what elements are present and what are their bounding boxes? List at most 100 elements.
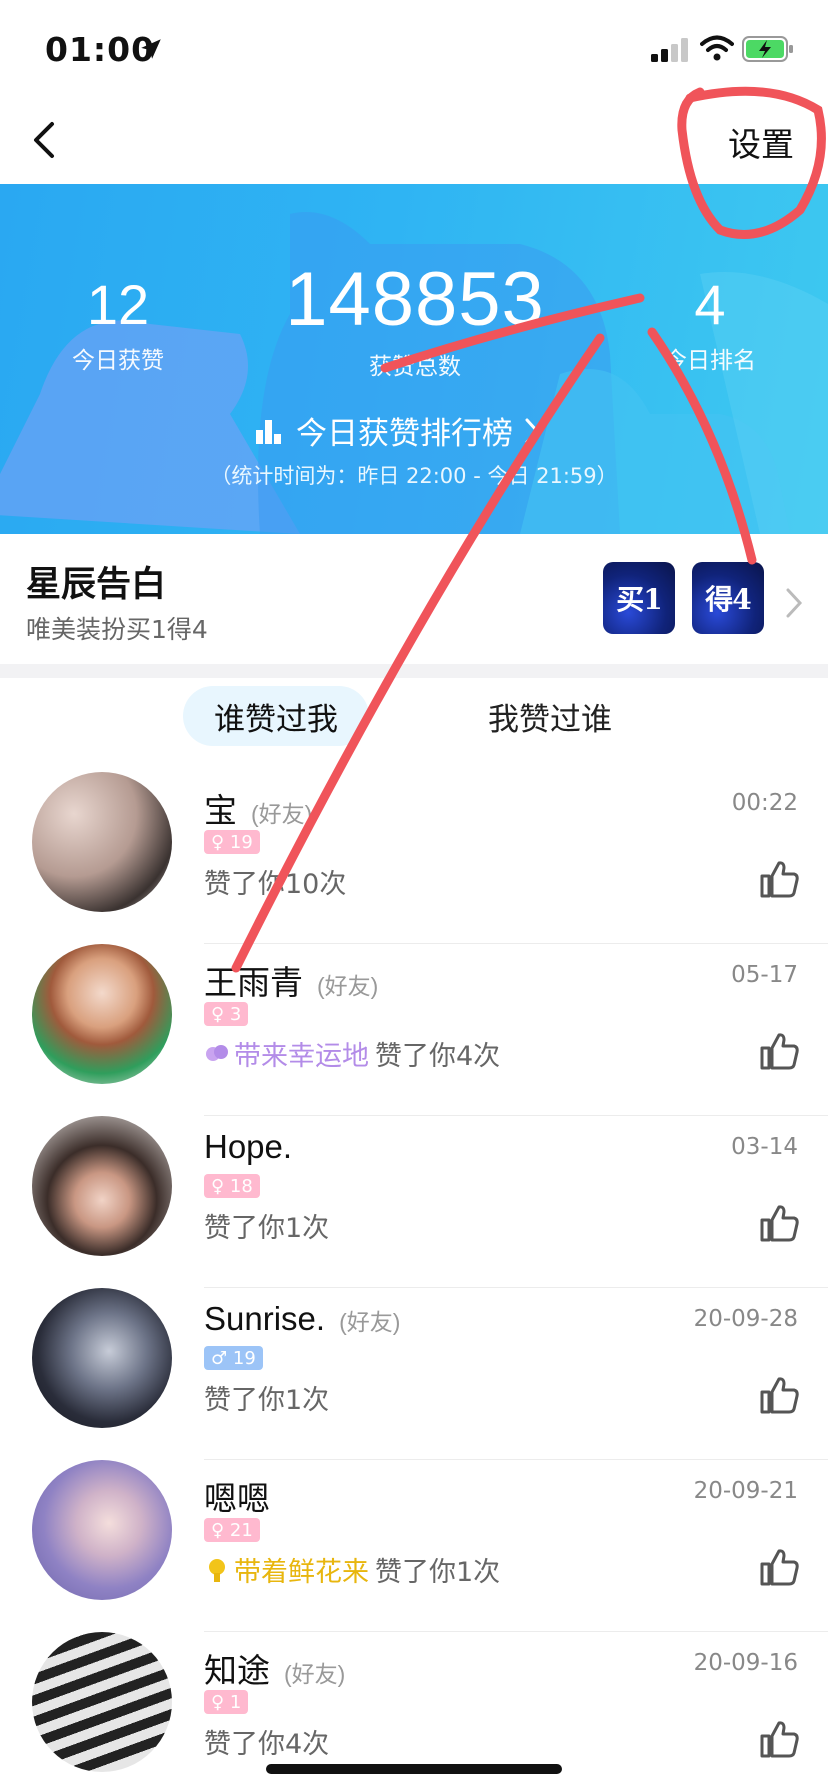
like-time: 03-14	[731, 1134, 798, 1160]
tab-who-liked-me[interactable]: 谁赞过我	[183, 686, 369, 746]
gender-age-badge: ♀ 3	[204, 1002, 249, 1026]
like-count-text: 赞了你4次	[204, 1729, 330, 1760]
promo-banner[interactable]: 星辰告白 唯美装扮买1得4 买1 得4	[0, 534, 828, 664]
section-separator	[0, 664, 828, 678]
like-time: 20-09-21	[693, 1478, 798, 1504]
user-name: Sunrise. (好友)	[204, 1300, 400, 1338]
like-desc: 赞了你10次	[204, 862, 346, 901]
avatar[interactable]	[32, 1460, 172, 1600]
gift-icon	[209, 1558, 225, 1582]
signal-icon	[651, 38, 688, 62]
like-time: 05-17	[731, 962, 798, 988]
friend-tag: (好友)	[251, 801, 313, 827]
friend-tag: (好友)	[339, 1309, 401, 1335]
list-item[interactable]: 嗯嗯 20-09-21 ♀ 21 带着鲜花来 赞了你1次	[0, 1460, 828, 1632]
user-name: 宝 (好友)	[204, 784, 312, 832]
gift-tag: 带来幸运地	[204, 1034, 369, 1073]
home-indicator	[266, 1764, 562, 1774]
like-time: 00:22	[731, 790, 798, 816]
avatar[interactable]	[32, 1116, 172, 1256]
like-count-text: 赞了你4次	[375, 1041, 501, 1072]
rank-list-label: 今日获赞排行榜	[296, 416, 513, 452]
status-bar: 01:00	[0, 0, 828, 96]
gender-age-badge: ♀ 21	[204, 1518, 260, 1542]
avatar[interactable]	[32, 1632, 172, 1772]
user-name-text: Hope.	[204, 1128, 293, 1165]
gender-age-badge: ♀ 18	[204, 1174, 260, 1198]
age: 21	[229, 1519, 253, 1541]
female-icon: ♀	[211, 1175, 225, 1197]
today-likes-label: 今日获赞	[72, 348, 164, 374]
like-desc: 带着鲜花来 赞了你1次	[204, 1550, 500, 1589]
promo-badge-buy: 买1	[603, 562, 675, 634]
user-name-text: 知途	[204, 1652, 270, 1689]
chevron-right-icon	[525, 418, 540, 443]
avatar[interactable]	[32, 944, 172, 1084]
gift-icon	[206, 1044, 228, 1061]
thumb-up-icon[interactable]	[758, 1202, 800, 1244]
battery-icon	[742, 36, 793, 62]
promo-badge-get: 得4	[692, 562, 764, 634]
thumb-up-icon[interactable]	[758, 1374, 800, 1416]
like-desc: 赞了你1次	[204, 1206, 329, 1245]
avatar[interactable]	[32, 772, 172, 912]
like-desc: 赞了你4次	[204, 1722, 329, 1761]
user-name-text: 宝	[204, 792, 237, 829]
today-rank-label: 今日排名	[664, 348, 756, 374]
female-icon: ♀	[211, 1691, 225, 1713]
thumb-up-icon[interactable]	[758, 858, 800, 900]
likes-list: 宝 (好友) 00:22 ♀ 19 赞了你10次 王雨青 (好友) 05-17 ♀ …	[0, 772, 828, 1792]
user-name: 王雨青 (好友)	[204, 956, 378, 1004]
like-desc: 赞了你1次	[204, 1378, 329, 1417]
thumb-up-icon[interactable]	[758, 1718, 800, 1760]
friend-tag: (好友)	[317, 973, 379, 999]
promo-title: 星辰告白	[26, 565, 167, 605]
user-name-text: 嗯嗯	[204, 1480, 270, 1517]
wifi-icon	[700, 35, 734, 61]
female-icon: ♀	[211, 1003, 225, 1025]
like-count-text: 赞了你1次	[204, 1385, 330, 1416]
promo-subtitle: 唯美装扮买1得4	[26, 615, 208, 644]
rank-list-link[interactable]: 今日获赞排行榜	[254, 408, 541, 453]
likes-banner: 12 今日获赞 148853 获赞总数 4 今日排名 今日获赞排行榜 （统计时间…	[0, 184, 828, 534]
age: 19	[229, 831, 253, 853]
like-count-text: 赞了你10次	[204, 869, 347, 900]
like-desc: 带来幸运地 赞了你4次	[204, 1034, 500, 1073]
total-likes-value: 148853	[285, 257, 545, 342]
gender-age-badge: ♂ 19	[204, 1346, 263, 1370]
list-item[interactable]: 宝 (好友) 00:22 ♀ 19 赞了你10次	[0, 772, 828, 944]
stat-time-note: （统计时间为：昨日 22:00 - 今日 21:59）	[210, 464, 618, 488]
age: 3	[229, 1003, 242, 1025]
gift-text: 带着鲜花来	[234, 1557, 369, 1588]
today-rank-stat: 4 今日排名	[640, 272, 780, 375]
like-count-text: 赞了你1次	[375, 1557, 501, 1588]
back-icon[interactable]	[28, 118, 62, 162]
user-name: Hope.	[204, 1128, 306, 1166]
thumb-up-icon[interactable]	[758, 1546, 800, 1588]
list-item[interactable]: 王雨青 (好友) 05-17 ♀ 3 带来幸运地 赞了你4次	[0, 944, 828, 1116]
gender-age-badge: ♀ 1	[204, 1690, 249, 1714]
gender-age-badge: ♀ 19	[204, 830, 260, 854]
today-likes-value: 12	[86, 273, 150, 336]
gift-tag: 带着鲜花来	[204, 1550, 369, 1589]
like-time: 20-09-28	[693, 1306, 798, 1332]
settings-button[interactable]: 设置	[728, 118, 794, 166]
avatar[interactable]	[32, 1288, 172, 1428]
total-likes-stat: 148853 获赞总数	[270, 256, 560, 381]
user-name: 知途 (好友)	[204, 1644, 345, 1692]
age: 1	[229, 1691, 242, 1713]
list-item[interactable]: Hope. 03-14 ♀ 18 赞了你1次	[0, 1116, 828, 1288]
age: 19	[232, 1347, 256, 1369]
friend-tag: (好友)	[284, 1661, 346, 1687]
user-name: 嗯嗯	[204, 1472, 284, 1520]
gift-text: 带来幸运地	[234, 1041, 369, 1072]
thumb-up-icon[interactable]	[758, 1030, 800, 1072]
like-count-text: 赞了你1次	[204, 1213, 330, 1244]
today-likes-stat: 12 今日获赞	[48, 272, 188, 375]
tab-i-liked[interactable]: 我赞过谁	[470, 686, 630, 746]
like-time: 20-09-16	[693, 1650, 798, 1676]
chevron-right-icon	[786, 588, 803, 618]
female-icon: ♀	[211, 831, 225, 853]
user-name-text: 王雨青	[204, 964, 303, 1001]
list-item[interactable]: Sunrise. (好友) 20-09-28 ♂ 19 赞了你1次	[0, 1288, 828, 1460]
